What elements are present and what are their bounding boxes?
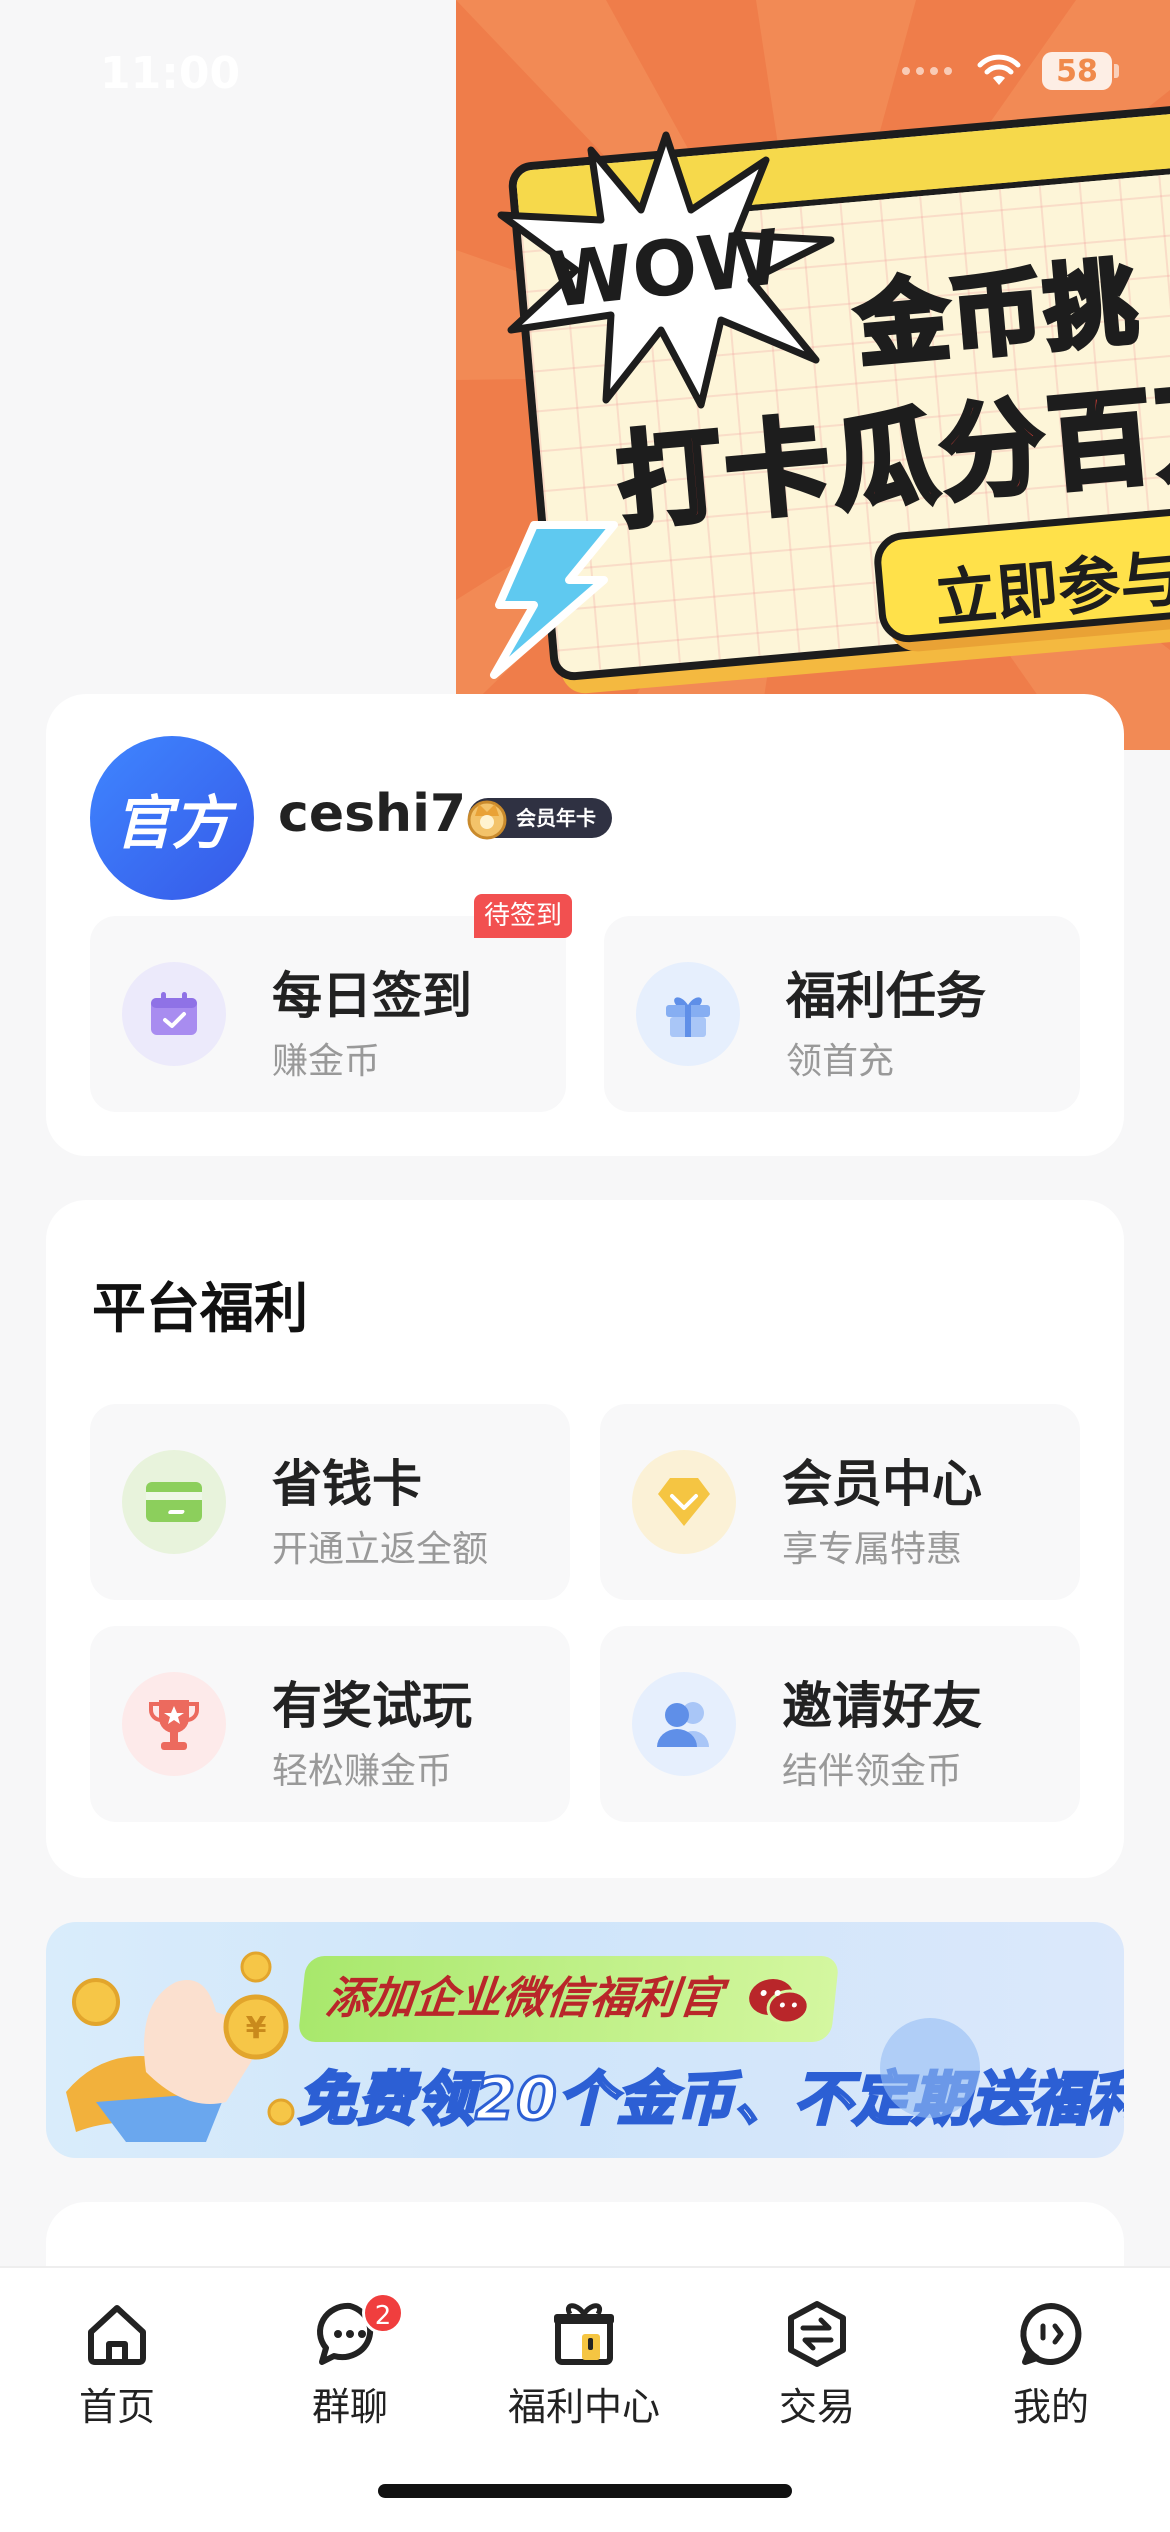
wechat-icon [749, 1979, 811, 2025]
wechat-promo-banner[interactable]: ¥ 添加企业微信福利官 免费领20个金币、不定期送福利 [46, 1922, 1124, 2158]
credit-card-icon [122, 1450, 226, 1554]
task-subtitle: 领首充 [786, 1041, 895, 1082]
trial-play-subtitle: 轻松赚金币 [272, 1751, 453, 1792]
tab-group-chat[interactable]: 2 群聊 [250, 2292, 450, 2429]
diamond-icon [632, 1450, 736, 1554]
hand-coin-icon: ¥ [66, 1951, 295, 2142]
tab-trade[interactable]: 交易 [717, 2298, 917, 2429]
signal-icon [902, 66, 956, 76]
tab-mine[interactable]: 我的 [951, 2298, 1151, 2429]
platform-welfare-card: 平台福利 省钱卡 开通立返全额 会员中心 享专属特惠 有奖试玩 轻松赚金币 邀请… [46, 1200, 1124, 1878]
username: ceshi7 [278, 784, 467, 844]
welfare-task-tile[interactable]: 福利任务 领首充 [604, 916, 1080, 1112]
invite-friends-subtitle: 结伴领金币 [782, 1751, 963, 1792]
banner-cta-label: 立即参与 [931, 541, 1170, 636]
promo-line2: 免费领20个金币、不定期送福利 [297, 2064, 1124, 2135]
gift-box-icon [554, 2303, 614, 2365]
status-bar: 11:00 58 [0, 0, 1170, 140]
member-center-tile[interactable]: 会员中心 享专属特惠 [600, 1404, 1080, 1600]
invite-friends-title: 邀请好友 [782, 1677, 982, 1735]
tab-welfare-center[interactable]: 福利中心 [484, 2298, 684, 2429]
calendar-check-icon [122, 962, 226, 1066]
home-indicator [378, 2484, 792, 2498]
tab-home[interactable]: 首页 [17, 2298, 217, 2429]
avatar-text: 官方 [113, 789, 230, 857]
profile-icon [1020, 2303, 1082, 2365]
vip-label: 会员年卡 [516, 806, 596, 830]
member-center-subtitle: 享专属特惠 [782, 1529, 963, 1570]
section-title: 平台福利 [92, 1277, 308, 1340]
users-icon [632, 1672, 736, 1776]
avatar[interactable]: 官方 [90, 736, 254, 900]
unread-badge: 2 [362, 2292, 404, 2334]
promo-line1: 添加企业微信福利官 [297, 1956, 840, 2042]
trophy-icon [122, 1672, 226, 1776]
gift-icon [636, 962, 740, 1066]
member-center-title: 会员中心 [782, 1455, 982, 1513]
tab-welfare-center-label: 福利中心 [507, 2385, 660, 2429]
daily-checkin-tile[interactable]: 每日签到 赚金币 待签到 [90, 894, 572, 1112]
status-icons: 58 [902, 52, 1119, 90]
trial-play-tile[interactable]: 有奖试玩 轻松赚金币 [90, 1626, 570, 1822]
invite-friends-tile[interactable]: 邀请好友 结伴领金币 [600, 1626, 1080, 1822]
exchange-icon [788, 2301, 846, 2367]
tab-group-chat-label: 群聊 [311, 2385, 388, 2429]
task-title: 福利任务 [786, 967, 986, 1025]
checkin-subtitle: 赚金币 [272, 1041, 381, 1082]
savings-card-subtitle: 开通立返全额 [272, 1529, 489, 1570]
lightning-icon [490, 521, 618, 679]
tab-mine-label: 我的 [1012, 2385, 1089, 2429]
checkin-title: 每日签到 [272, 967, 472, 1025]
wow-burst-icon: WOW [497, 131, 835, 409]
svg-text:¥: ¥ [246, 2011, 267, 2046]
savings-card-tile[interactable]: 省钱卡 开通立返全额 [90, 1404, 570, 1600]
battery-icon: 58 [1042, 52, 1119, 90]
vip-badge[interactable]: 会员年卡 [467, 798, 612, 840]
pending-checkin-badge: 待签到 [473, 894, 572, 938]
user-card: 官方 ceshi7 会员年卡 每日签到 赚金币 待签到 福利任务 领首充 [46, 694, 1124, 1156]
tab-trade-label: 交易 [778, 2385, 855, 2429]
wifi-icon [977, 54, 1021, 85]
status-time: 11:00 [100, 48, 241, 99]
savings-card-title: 省钱卡 [272, 1455, 422, 1513]
crown-icon [467, 800, 507, 840]
trial-play-title: 有奖试玩 [272, 1677, 472, 1735]
home-icon [88, 2305, 146, 2365]
battery-level: 58 [1056, 54, 1098, 89]
tab-home-label: 首页 [78, 2385, 155, 2429]
decorative-bubble [880, 2018, 980, 2118]
promo-line1-text: 添加企业微信福利官 [323, 1973, 725, 2024]
